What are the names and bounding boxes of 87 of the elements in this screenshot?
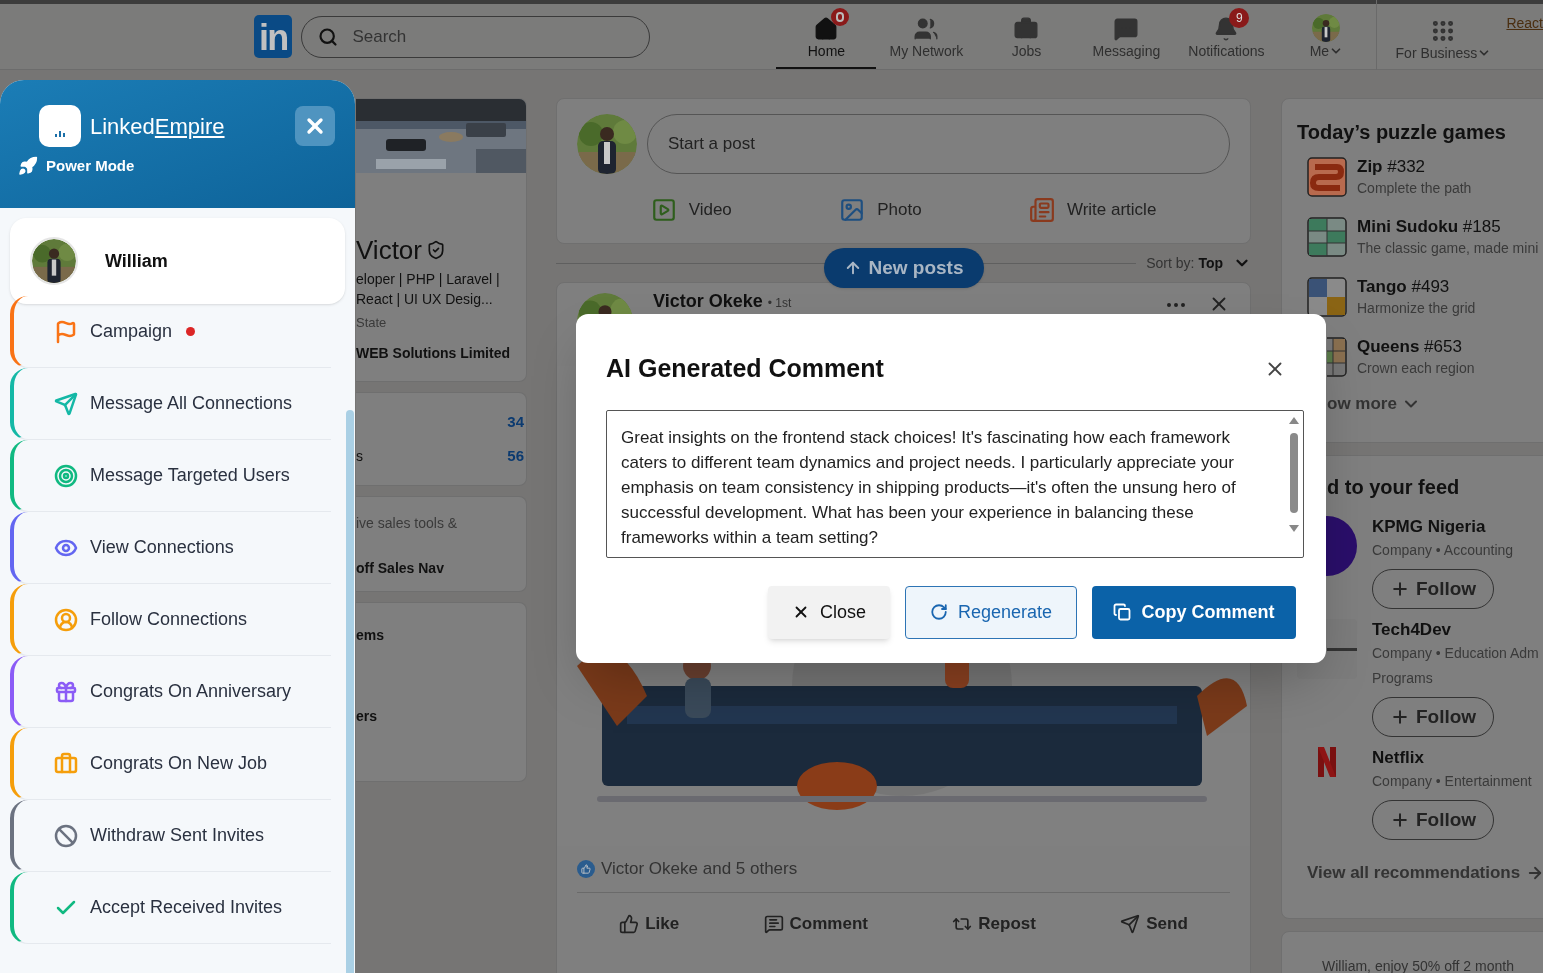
- search-icon: [318, 26, 339, 47]
- media-icon: [839, 197, 866, 223]
- dialog-button[interactable]: Close: [768, 585, 890, 639]
- nav-tab[interactable]: 9 Notifications: [1176, 3, 1277, 69]
- brand-logo: [39, 105, 81, 147]
- company-name[interactable]: Netflix: [1372, 747, 1424, 769]
- menu-item[interactable]: Congrats On New Job: [10, 728, 331, 800]
- reactions-count[interactable]: Victor Okeke and 5 others: [601, 856, 798, 882]
- path-puzzle-icon: [1307, 157, 1347, 197]
- start-post-field[interactable]: Start a post: [647, 114, 1230, 174]
- post-action-button[interactable]: Write article: [1020, 190, 1165, 230]
- nav-tab[interactable]: Me: [1276, 3, 1377, 69]
- post-reaction-button[interactable]: Comment: [763, 911, 868, 937]
- nav-icon: [1113, 16, 1140, 42]
- profile-headline: React | UI UX Desig...: [356, 290, 494, 309]
- card-title: d to your feed: [1327, 475, 1461, 500]
- verified-icon: [426, 240, 446, 260]
- puzzle-game-item[interactable]: Tango #493 Harmonize the grid: [1307, 277, 1543, 317]
- queens-grid-icon: [1327, 337, 1347, 377]
- card-title: Today’s puzzle games: [1297, 120, 1507, 145]
- menu-item[interactable]: Withdraw Sent Invites: [10, 800, 331, 872]
- close-button[interactable]: [295, 106, 335, 146]
- company-description: Company • Education Adm Programs: [1372, 644, 1539, 688]
- sort-dropdown[interactable]: Sort by: Top: [1146, 252, 1251, 274]
- menu-item[interactable]: Follow Connections: [10, 584, 331, 656]
- dialog-button[interactable]: Copy Comment: [1092, 585, 1296, 639]
- post-reaction-button[interactable]: Repost: [952, 911, 1036, 937]
- sudoku-grid-icon: [1307, 217, 1347, 257]
- profile-headline: eloper | PHP | Laravel |: [356, 270, 501, 289]
- action-icon: [619, 914, 640, 934]
- post-reaction-button[interactable]: Like: [619, 911, 680, 937]
- menu-item[interactable]: Campaign: [10, 296, 331, 368]
- profile-location: State: [356, 314, 388, 332]
- post-author[interactable]: Victor Okeke • 1st: [653, 291, 792, 313]
- menu-item[interactable]: Message All Connections: [10, 368, 331, 440]
- search-field[interactable]: Search: [301, 15, 651, 58]
- user-name: William: [105, 249, 168, 273]
- menu-item[interactable]: Accept Received Invites: [10, 872, 331, 944]
- premium-link[interactable]: off Sales Nav: [356, 558, 526, 579]
- button-icon: [929, 603, 948, 621]
- stat-label: s: [356, 446, 363, 466]
- company-name[interactable]: Tech4Dev: [1372, 619, 1452, 641]
- premium-text: ive sales tools &: [356, 514, 459, 533]
- new-posts-button[interactable]: New posts: [824, 248, 984, 288]
- business-menu[interactable]: For Business: [1393, 3, 1494, 69]
- stat-value[interactable]: 34: [507, 410, 524, 434]
- view-all-link[interactable]: View all recommendations: [1307, 860, 1543, 886]
- post-action-button[interactable]: Photo: [831, 190, 930, 230]
- profile-name[interactable]: Victor: [356, 235, 422, 265]
- dialog-title: AI Generated Comment: [606, 353, 884, 384]
- menu-item[interactable]: View Connections: [10, 512, 331, 584]
- stat-value[interactable]: 56: [507, 444, 524, 468]
- company-description: Company • Accounting: [1372, 541, 1514, 560]
- mode-label: Power Mode: [46, 156, 135, 176]
- shortcut-link[interactable]: ems: [356, 625, 526, 646]
- show-more-button[interactable]: ow more: [1327, 391, 1421, 417]
- media-icon: [650, 197, 677, 223]
- notification-count: 9: [1229, 8, 1250, 28]
- like-reaction-icon: [577, 860, 595, 878]
- action-icon: [763, 914, 784, 934]
- puzzle-game-item[interactable]: Mini Sudoku #185 The classic game, made mini: [1307, 217, 1543, 257]
- post-action-button[interactable]: Video: [642, 190, 740, 230]
- profile-company[interactable]: WEB Solutions Limited: [356, 342, 526, 364]
- nav-tab[interactable]: Home: [776, 3, 877, 69]
- promo-text: William, enjoy 50% off 2 month: [1322, 957, 1514, 973]
- puzzle-game-item[interactable]: Zip #332 Complete the path: [1307, 157, 1543, 197]
- action-icon: [1120, 914, 1141, 934]
- color-grid-icon: [1307, 277, 1347, 317]
- company-logo: [1318, 747, 1336, 777]
- brand-name: LinkedEmpire: [90, 112, 225, 141]
- company-name[interactable]: KPMG Nigeria: [1372, 516, 1486, 538]
- media-icon: [1028, 197, 1055, 223]
- button-icon: [1113, 603, 1132, 621]
- nav-tab[interactable]: Messaging: [1076, 3, 1177, 69]
- menu-item[interactable]: Message Targeted Users: [10, 440, 331, 512]
- company-description: Company • Entertainment: [1372, 772, 1532, 791]
- dialog-button[interactable]: Regenerate: [905, 585, 1077, 639]
- nav-tab[interactable]: My Network: [876, 3, 977, 69]
- rocket-icon: [18, 156, 38, 177]
- try-link[interactable]: React: [1506, 13, 1543, 34]
- menu-item[interactable]: Congrats On Anniversary: [10, 656, 331, 728]
- logo[interactable]: in: [254, 15, 293, 58]
- nav-icon: [913, 16, 940, 42]
- nav-tab[interactable]: Jobs: [976, 3, 1077, 69]
- post-reaction-button[interactable]: Send: [1120, 911, 1188, 937]
- shortcut-link[interactable]: ers: [356, 706, 526, 727]
- comment-field[interactable]: Great insights on the frontend stack choices! It's fascinating how each framework caters to different team dynamics and project needs. I particularly appreciate your emphasis on team consistency in shipping products—it's often the unsung hero of successful development. What has been your experience in balancing these frameworks within a team setting?: [606, 409, 1304, 558]
